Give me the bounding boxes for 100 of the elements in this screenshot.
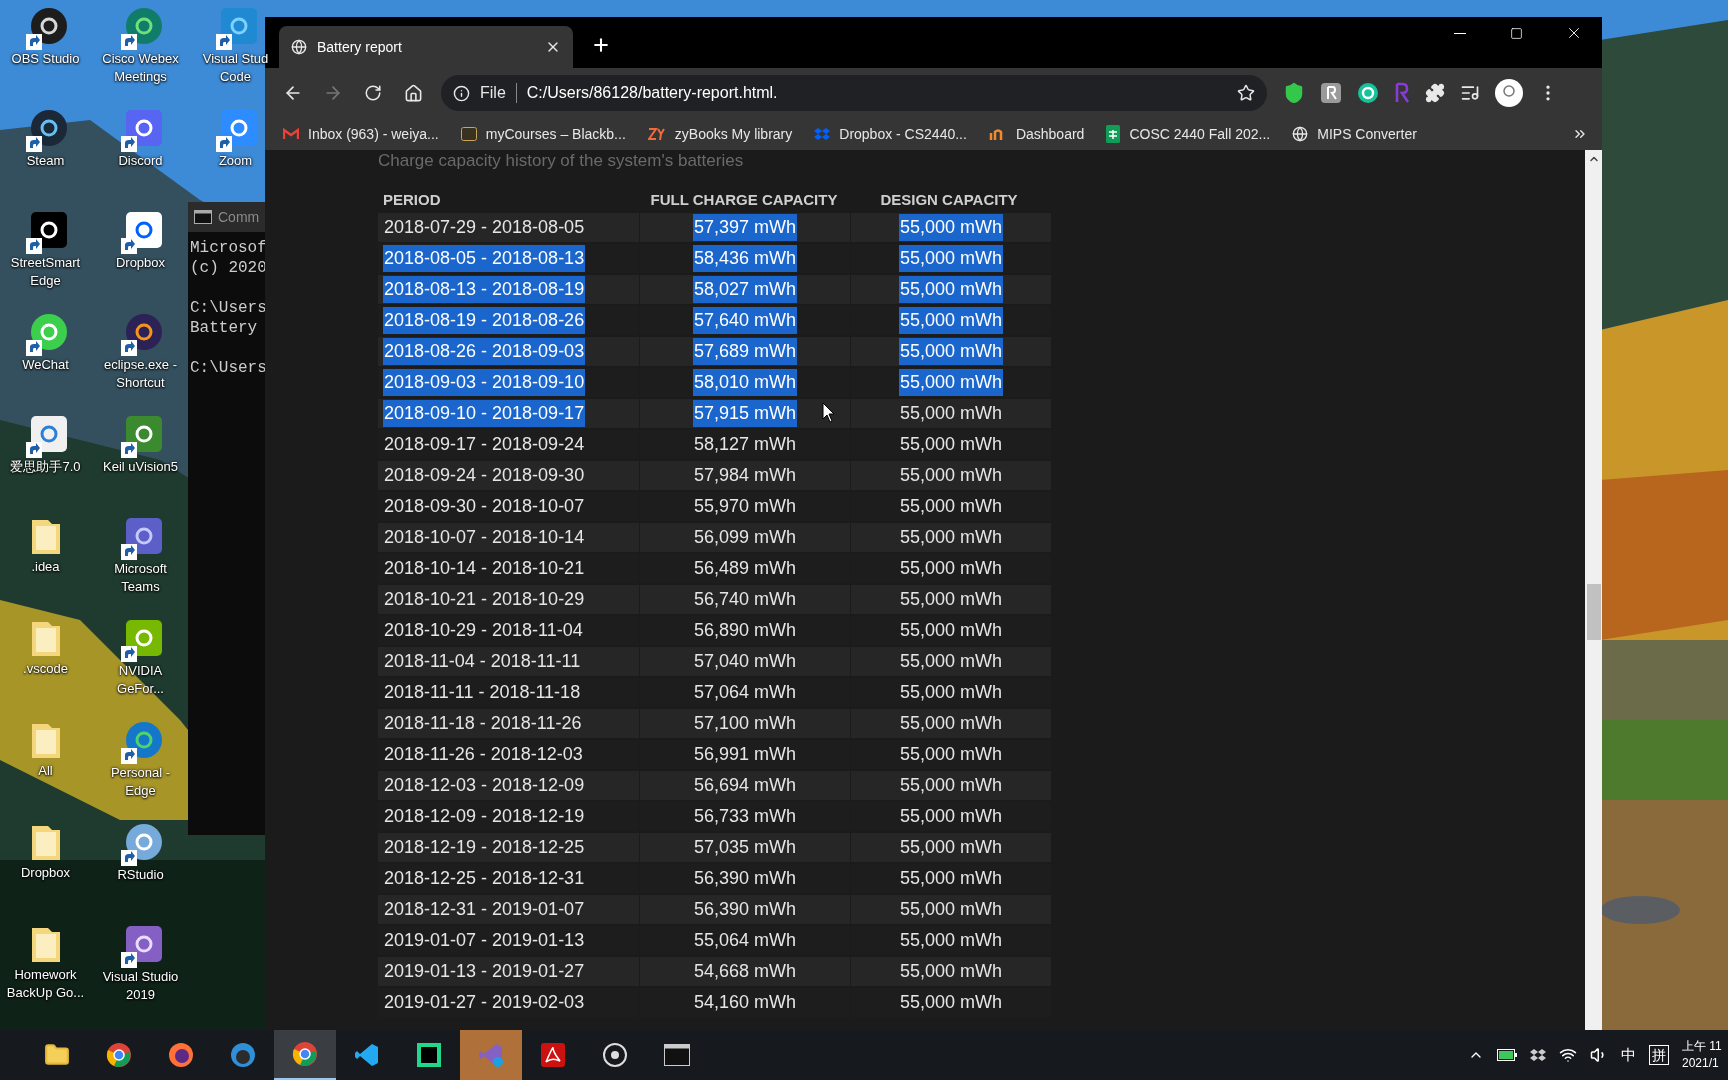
icon-label[interactable]: .idea xyxy=(31,558,60,576)
column-header: PERIOD xyxy=(383,190,441,210)
cell-text: 58,010 mWh xyxy=(692,369,798,396)
shield-icon[interactable] xyxy=(1283,82,1305,104)
square-icon[interactable] xyxy=(1320,82,1342,104)
cell-text: 55,000 mWh xyxy=(898,898,1004,921)
cell-text: 2018-08-13 - 2018-08-19 xyxy=(383,276,586,303)
cell-text: 56,489 mWh xyxy=(692,557,798,580)
media-list-icon[interactable] xyxy=(1460,83,1480,103)
console-line: C:\Users xyxy=(190,298,268,318)
icon-label[interactable]: Visual Studio 2019 xyxy=(102,968,179,1004)
cell-text: 2018-11-26 - 2018-12-03 xyxy=(383,743,584,766)
cell-text: 2018-11-04 - 2018-11-11 xyxy=(383,650,582,673)
cell-text: 2018-11-11 - 2018-11-18 xyxy=(383,681,582,704)
cell-text: 55,000 mWh xyxy=(898,464,1004,487)
column-header: DESIGN CAPACITY xyxy=(880,190,1018,210)
cell-text: 2019-01-13 - 2019-01-27 xyxy=(383,960,586,983)
folder-icon xyxy=(44,1042,70,1068)
bookmark-link[interactable]: zyBooks My library xyxy=(647,123,793,145)
bookmark-link[interactable]: MIPS Converter xyxy=(1292,123,1417,145)
bookmark-link[interactable]: Dropbox - CS2440... xyxy=(814,123,967,145)
icon-label[interactable]: Microsoft Teams xyxy=(114,560,167,596)
input-mode-indicator[interactable]: 中 xyxy=(1621,1043,1636,1067)
bookmark-link[interactable]: COSC 2440 Fall 202... xyxy=(1106,123,1271,145)
cell-text: 55,000 mWh xyxy=(898,960,1004,983)
icon-label[interactable]: Homework BackUp Go... xyxy=(6,966,85,1002)
bookmark-link[interactable]: Dashboard xyxy=(988,123,1085,145)
icon-label[interactable]: Dropbox xyxy=(115,254,166,272)
globe-icon xyxy=(1292,126,1309,142)
icon-label[interactable]: Steam xyxy=(26,152,65,170)
cell-text: 2018-09-03 - 2018-09-10 xyxy=(383,369,586,396)
icon-label[interactable]: RStudio xyxy=(117,866,164,884)
cell-text: 55,000 mWh xyxy=(898,557,1004,580)
tile-icon xyxy=(416,1042,442,1068)
avatar-icon[interactable] xyxy=(1495,79,1523,107)
cell-text: 58,027 mWh xyxy=(692,276,798,303)
icon-label[interactable]: WeChat xyxy=(22,356,69,374)
cell-text: 56,390 mWh xyxy=(692,898,798,921)
circle-icon xyxy=(168,1042,194,1068)
taskbar-button[interactable] xyxy=(274,1030,336,1080)
browser-tab[interactable]: Battery report xyxy=(279,26,573,68)
home-icon xyxy=(403,83,423,103)
cell-text: 57,640 mWh xyxy=(692,307,798,334)
cell-text: 56,099 mWh xyxy=(692,526,798,549)
clock[interactable]: 上午 11 2021/1 xyxy=(1682,1038,1726,1072)
cell-text: 2018-08-05 - 2018-08-13 xyxy=(383,245,586,272)
cell-text: 56,991 mWh xyxy=(692,743,798,766)
minimize-icon xyxy=(1453,32,1466,34)
puzzle-icon[interactable] xyxy=(1425,83,1445,103)
cell-text: 55,000 mWh xyxy=(898,402,1004,425)
battery-icon[interactable] xyxy=(1497,1049,1517,1061)
ime-indicator[interactable]: 拼 xyxy=(1649,1045,1669,1065)
icon-label[interactable]: Cisco Webex Meetings xyxy=(102,50,179,86)
cell-text: 55,000 mWh xyxy=(898,619,1004,642)
cell-text: 2018-11-18 - 2018-11-26 xyxy=(383,712,583,735)
icon-label[interactable]: StreetSmart Edge xyxy=(10,254,81,290)
cell-text: 57,035 mWh xyxy=(692,836,798,859)
icon-label[interactable]: OBS Studio xyxy=(11,50,80,68)
icon-label[interactable]: 爱思助手7.0 xyxy=(10,458,81,476)
cell-text: 2018-09-30 - 2018-10-07 xyxy=(383,495,586,518)
cell-text: 55,970 mWh xyxy=(692,495,798,518)
cell-text: 2019-01-27 - 2019-02-03 xyxy=(383,991,586,1014)
cell-text: 55,000 mWh xyxy=(898,588,1004,611)
section-subtitle: Charge capacity history of the system's batteries xyxy=(378,150,744,172)
cell-text: 55,000 mWh xyxy=(898,338,1004,365)
icon-label[interactable]: Zoom xyxy=(218,152,253,170)
cell-text: 55,000 mWh xyxy=(898,867,1004,890)
star-icon[interactable] xyxy=(1237,84,1255,102)
cell-text: 55,000 mWh xyxy=(898,743,1004,766)
icon-label[interactable]: eclipse.exe - Shortcut xyxy=(104,356,177,392)
icon-label[interactable]: Dropbox xyxy=(20,864,71,882)
icon-label[interactable]: Keil uVision5 xyxy=(103,458,178,476)
wifi-icon[interactable] xyxy=(1559,1046,1577,1064)
terminal-icon xyxy=(194,210,212,224)
cell-text: 54,160 mWh xyxy=(692,991,798,1014)
circle-icon xyxy=(292,1041,318,1067)
cell-text: 57,040 mWh xyxy=(692,650,798,673)
bookmark-link[interactable]: Inbox (963) - weiya... xyxy=(283,123,439,145)
scrollbar-thumb[interactable] xyxy=(1586,584,1601,640)
diamonds-icon[interactable] xyxy=(1530,1047,1546,1063)
ribbon-icon xyxy=(478,1042,504,1068)
cell-text: 57,984 mWh xyxy=(692,464,798,487)
cell-text: 2018-12-03 - 2018-12-09 xyxy=(383,774,586,797)
mail-icon xyxy=(283,128,299,140)
cell-text: 55,064 mWh xyxy=(692,929,798,952)
cell-text: 57,915 mWh xyxy=(692,400,798,427)
cell-text: 57,100 mWh xyxy=(692,712,798,735)
mouse-pointer-icon xyxy=(822,402,836,424)
circle-icon[interactable] xyxy=(1357,82,1379,104)
cell-text: 55,000 mWh xyxy=(898,929,1004,952)
address-bar[interactable]: File C:/Users/86128/battery-report.html. xyxy=(441,75,1267,111)
cell-text: 56,694 mWh xyxy=(692,774,798,797)
scrollbar[interactable] xyxy=(1585,150,1602,1030)
cell-text: 55,000 mWh xyxy=(898,681,1004,704)
plus-icon xyxy=(591,35,611,55)
circle-icon xyxy=(602,1042,628,1068)
globe-icon xyxy=(291,39,307,55)
info-icon[interactable] xyxy=(453,84,470,102)
bookmark-link[interactable]: myCourses – Blackb... xyxy=(460,123,626,145)
scheme-label: File xyxy=(480,83,506,103)
